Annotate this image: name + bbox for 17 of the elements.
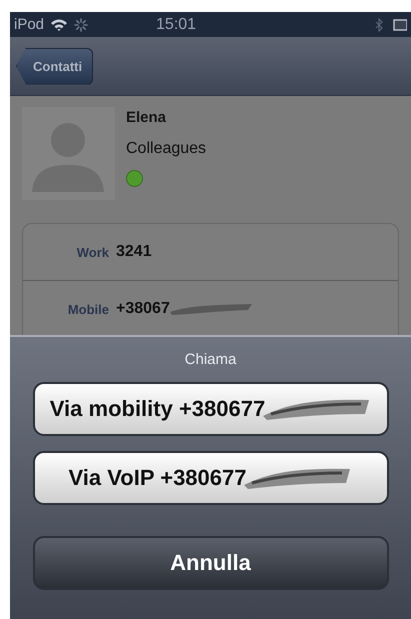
contact-group: Colleagues: [126, 140, 206, 158]
battery-icon: [393, 18, 407, 30]
clock-time: 15:01: [156, 16, 196, 34]
phone-label: Work: [76, 244, 109, 260]
phone-number[interactable]: +38067: [116, 300, 170, 318]
cancel-button[interactable]: Annulla: [32, 536, 388, 590]
contact-name: Elena: [126, 109, 168, 126]
carrier-name: iPod: [14, 16, 44, 33]
bluetooth-icon: [375, 18, 383, 32]
phone-label: Mobile: [66, 302, 109, 316]
action-sheet-title: Chiama: [184, 351, 236, 368]
phone-number[interactable]: 3241: [116, 243, 152, 261]
call-option-button[interactable]: Via mobility +380677: [32, 382, 388, 436]
activity-spinner-icon: [74, 18, 88, 32]
back-button[interactable]: Contatti: [16, 48, 94, 84]
call-option-button[interactable]: Via VoIP +380677: [32, 451, 388, 505]
wifi-icon: [50, 18, 68, 31]
